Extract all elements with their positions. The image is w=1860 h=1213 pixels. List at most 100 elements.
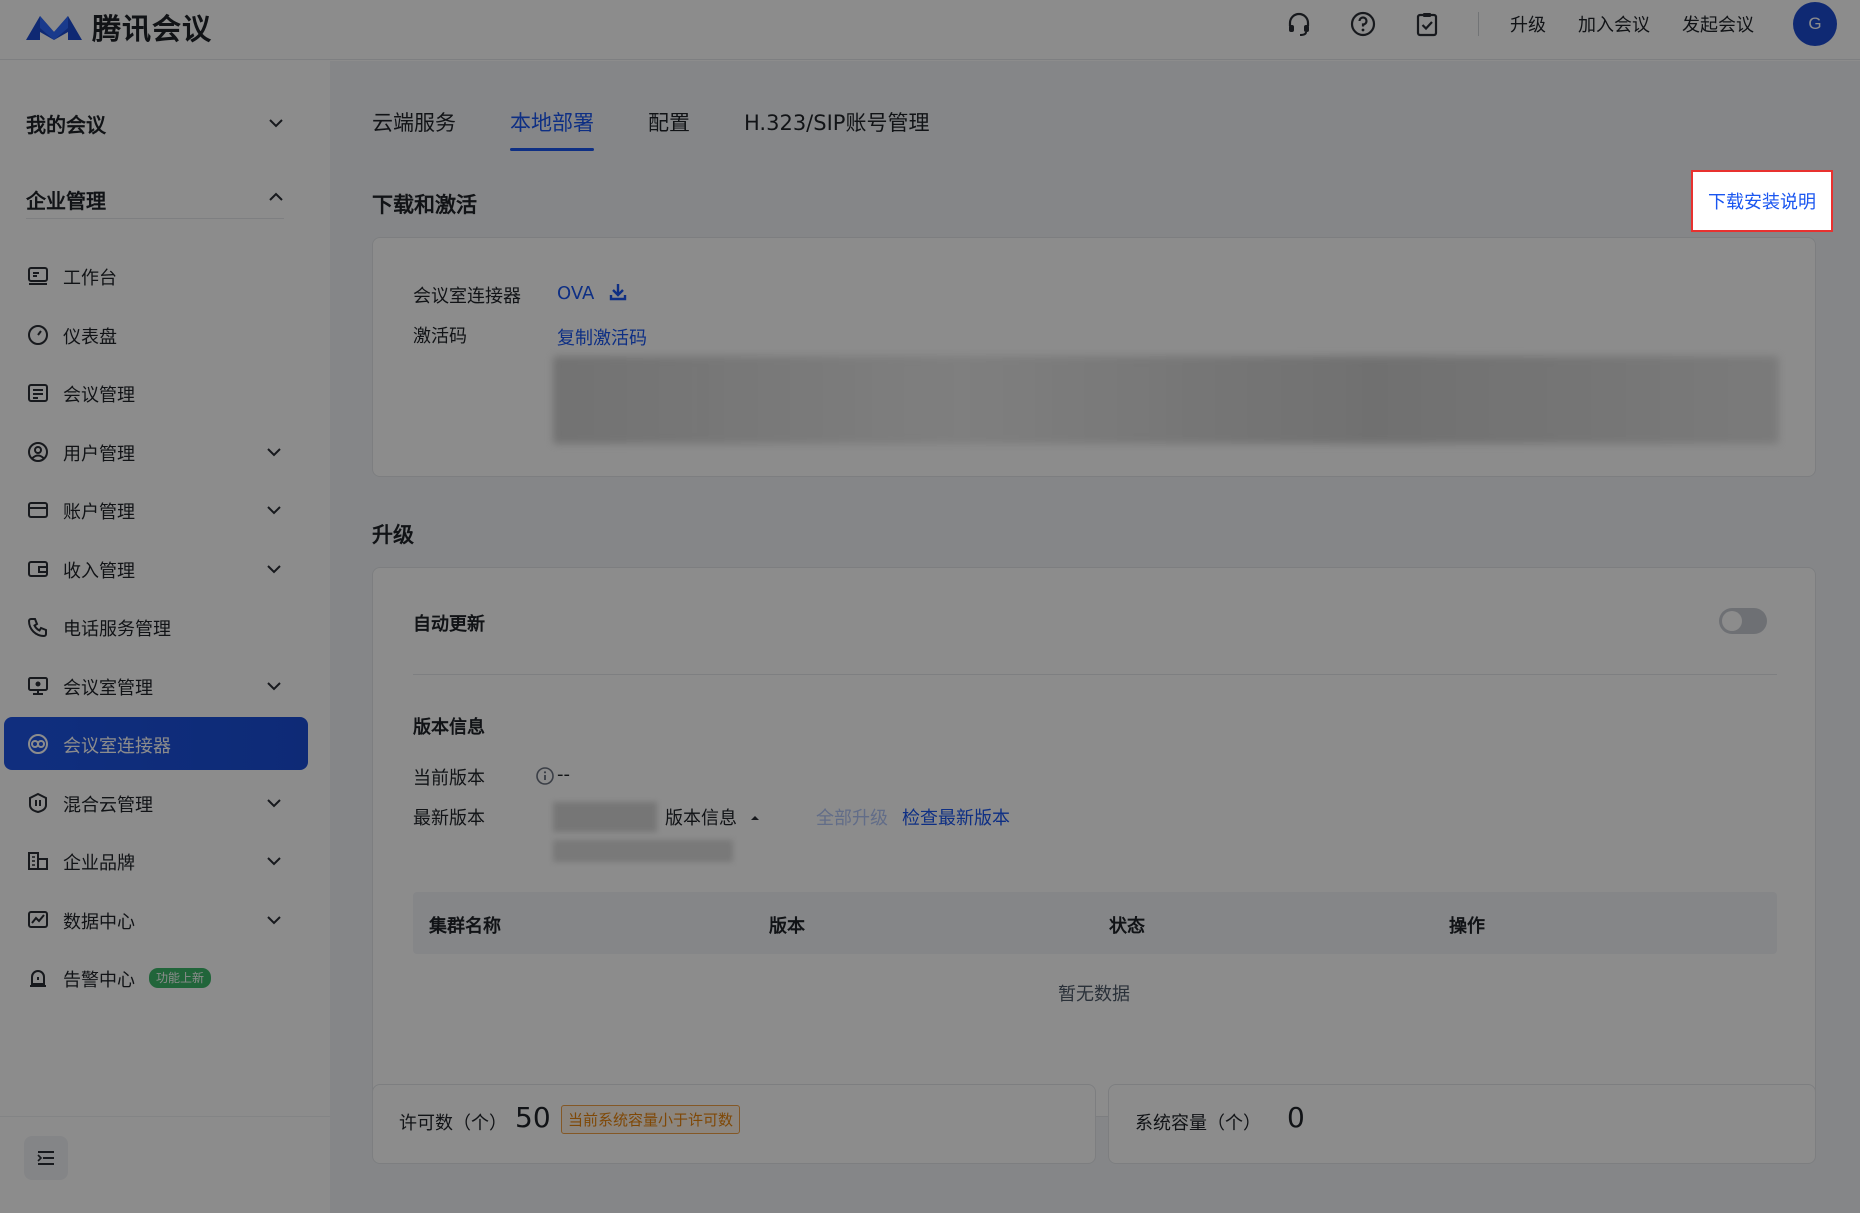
room-icon	[28, 676, 48, 695]
join-meeting-link[interactable]: 加入会议	[1578, 11, 1650, 37]
sidebar-item-6[interactable]: 收入管理	[4, 542, 308, 595]
phone-icon	[27, 618, 47, 638]
upgrade-link[interactable]: 升级	[1510, 11, 1546, 37]
caret-up-icon	[750, 816, 759, 820]
sidebar-item-label: 会议室管理	[63, 677, 153, 699]
chevron-down-icon[interactable]	[264, 793, 284, 813]
chevron-down-icon[interactable]	[264, 442, 284, 462]
download-card: 会议室连接器 OVA 激活码 复制激活码	[372, 237, 1816, 477]
sidebar-item-4[interactable]: 用户管理	[4, 425, 308, 478]
sidebar-item-label: 用户管理	[63, 443, 135, 465]
app-title: 腾讯会议	[92, 12, 213, 46]
sidebar: 我的会议 企业管理 工作台仪表盘会议管理用户管理账户管理收入管理电话服务管理 会议…	[0, 61, 330, 1213]
sidebar-item-3[interactable]: 会议管理	[4, 366, 308, 419]
chevron-down-icon[interactable]	[266, 113, 286, 133]
sidebar-item-7[interactable]: 电话服务管理	[4, 600, 308, 653]
sidebar-footer-divider	[0, 1116, 330, 1117]
connector-label: 会议室连接器	[413, 286, 521, 307]
header-divider	[1478, 12, 1479, 36]
latest-version-label: 最新版本	[413, 808, 485, 829]
ova-download-link[interactable]: OVA	[557, 282, 628, 304]
connector-icon	[28, 734, 48, 754]
sidebar-item-label: 告警中心	[63, 970, 135, 991]
download-icon	[609, 284, 627, 301]
activation-label: 激活码	[413, 326, 467, 347]
download-section-title: 下载和激活	[372, 193, 477, 217]
dashboard-icon	[28, 324, 48, 345]
sidebar-item-label: 账户管理	[63, 502, 135, 523]
cluster-table-header: 集群名称 版本 状态 操作	[413, 892, 1777, 954]
header-icon-group	[1284, 9, 1442, 39]
sidebar-item-label: 收入管理	[63, 560, 135, 582]
capacity-label: 系统容量（个）	[1135, 1113, 1261, 1134]
chevron-down-icon[interactable]	[264, 500, 284, 520]
tab-local-deploy[interactable]: 本地部署	[510, 107, 594, 151]
sidebar-item-label: 会议室连接器	[63, 736, 171, 757]
chevron-down-icon[interactable]	[264, 910, 284, 930]
header-links: 升级 加入会议 发起会议	[1510, 11, 1754, 37]
meeting-list-icon	[28, 384, 48, 402]
license-label: 许可数（个）	[399, 1113, 507, 1134]
sidebar-item-10[interactable]: 混合云管理	[4, 776, 308, 829]
copy-activation-link[interactable]: 复制激活码	[557, 324, 647, 350]
tab-cloud-service[interactable]: 云端服务	[372, 107, 456, 147]
collapse-sidebar-button[interactable]	[24, 1136, 68, 1180]
version-detail-blurred	[553, 840, 733, 862]
workbench-icon	[28, 267, 48, 285]
app-logo[interactable]: 腾讯会议	[24, 6, 212, 48]
check-latest-link[interactable]: 检查最新版本	[902, 804, 1010, 830]
col-version: 版本	[769, 916, 805, 937]
hybrid-cloud-icon	[29, 792, 47, 813]
ova-text: OVA	[557, 283, 595, 304]
version-info-toggle-text: 版本信息	[665, 808, 737, 829]
user-avatar[interactable]: G	[1793, 2, 1837, 46]
sidebar-item-label: 企业品牌	[63, 853, 135, 874]
auto-update-label: 自动更新	[413, 614, 485, 635]
tab-config[interactable]: 配置	[648, 107, 690, 147]
capacity-card: 系统容量（个） 0	[1108, 1084, 1816, 1164]
headset-icon[interactable]	[1284, 9, 1314, 39]
sidebar-item-label: 数据中心	[63, 911, 135, 933]
sidebar-item-9[interactable]: 会议室连接器	[4, 717, 308, 770]
license-value: 50	[515, 1101, 551, 1134]
new-feature-badge: 功能上新	[149, 968, 212, 988]
license-warning-badge: 当前系统容量小于许可数	[561, 1105, 741, 1134]
tab-bar: 云端服务 本地部署 配置 H.323/SIP账号管理	[372, 107, 929, 151]
collapse-menu-icon	[37, 1151, 54, 1165]
col-cluster-name: 集群名称	[429, 916, 501, 937]
main-content: 云端服务 本地部署 配置 H.323/SIP账号管理 下载和激活 会议室连接器 …	[330, 61, 1860, 1213]
auto-update-toggle[interactable]	[1719, 608, 1767, 634]
sidebar-item-label: 会议管理	[63, 385, 135, 406]
sidebar-divider	[26, 218, 284, 219]
latest-version-blurred	[553, 802, 657, 832]
alarm-icon	[30, 970, 46, 987]
chevron-up-icon[interactable]	[266, 187, 286, 207]
chevron-down-icon[interactable]	[264, 676, 284, 696]
sidebar-item-5[interactable]: 账户管理	[4, 483, 308, 536]
help-icon[interactable]	[1348, 9, 1378, 39]
upgrade-all-link[interactable]: 全部升级	[816, 804, 888, 830]
sidebar-item-11[interactable]: 企业品牌	[4, 834, 308, 887]
info-icon[interactable]	[535, 766, 555, 786]
clipboard-check-icon[interactable]	[1412, 9, 1442, 39]
version-info-toggle[interactable]: 版本信息	[665, 804, 761, 830]
sidebar-group-my-meetings[interactable]: 我的会议	[26, 109, 106, 138]
sidebar-group-enterprise[interactable]: 企业管理	[26, 185, 106, 214]
sidebar-item-label: 电话服务管理	[63, 619, 171, 640]
tab-h323-sip[interactable]: H.323/SIP账号管理	[744, 107, 929, 147]
sidebar-item-1[interactable]: 工作台	[4, 249, 308, 302]
sidebar-item-2[interactable]: 仪表盘	[4, 308, 308, 361]
chevron-down-icon[interactable]	[264, 851, 284, 871]
start-meeting-link[interactable]: 发起会议	[1682, 11, 1754, 37]
sidebar-item-12[interactable]: 数据中心	[4, 893, 308, 946]
sidebar-item-13[interactable]: 告警中心 功能上新	[4, 951, 308, 1004]
col-status: 状态	[1109, 916, 1145, 937]
upgrade-section-title: 升级	[372, 523, 414, 547]
sidebar-item-8[interactable]: 会议室管理	[4, 659, 308, 712]
capacity-value: 0	[1287, 1101, 1305, 1134]
download-install-guide-link[interactable]: 下载安装说明	[1691, 170, 1833, 232]
activation-code-blurred	[553, 356, 1779, 444]
chevron-down-icon[interactable]	[264, 559, 284, 579]
sidebar-item-label: 仪表盘	[63, 326, 117, 348]
account-card-icon	[28, 502, 48, 518]
